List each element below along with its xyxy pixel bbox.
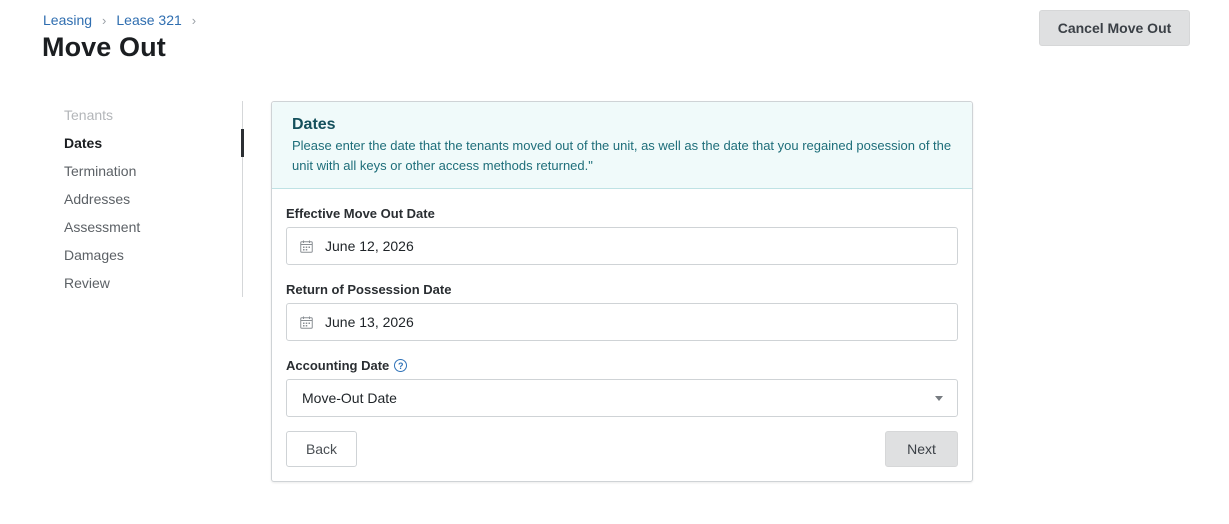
cancel-move-out-button[interactable]: Cancel Move Out xyxy=(1039,10,1190,46)
chevron-right-icon: › xyxy=(191,12,197,28)
active-step-indicator xyxy=(241,129,244,157)
breadcrumb: Leasing › Lease 321 › xyxy=(43,12,206,28)
dates-card: Dates Please enter the date that the ten… xyxy=(271,101,973,482)
step-termination[interactable]: Termination xyxy=(64,157,140,185)
possession-date-value: June 13, 2026 xyxy=(325,314,414,330)
next-button[interactable]: Next xyxy=(885,431,958,467)
step-assessment[interactable]: Assessment xyxy=(64,213,140,241)
step-review[interactable]: Review xyxy=(64,269,140,297)
accounting-date-label: Accounting Date xyxy=(286,358,390,373)
step-navigation: Tenants Dates Termination Addresses Asse… xyxy=(64,101,140,297)
info-text: Please enter the date that the tenants m… xyxy=(292,138,952,173)
step-addresses[interactable]: Addresses xyxy=(64,185,140,213)
calendar-icon xyxy=(300,316,313,329)
step-damages[interactable]: Damages xyxy=(64,241,140,269)
step-tenants: Tenants xyxy=(64,107,114,123)
move-out-date-label: Effective Move Out Date xyxy=(286,206,435,221)
calendar-icon xyxy=(300,240,313,253)
breadcrumb-link-lease[interactable]: Lease 321 xyxy=(116,12,181,28)
info-title: Dates xyxy=(292,116,336,133)
back-button[interactable]: Back xyxy=(286,431,357,467)
move-out-date-value: June 12, 2026 xyxy=(325,238,414,254)
accounting-date-label-row: Accounting Date ? xyxy=(286,358,408,373)
possession-date-label: Return of Possession Date xyxy=(286,282,452,297)
move-out-date-field[interactable]: June 12, 2026 xyxy=(286,227,958,265)
breadcrumb-link-leasing[interactable]: Leasing xyxy=(43,12,92,28)
info-banner: Dates Please enter the date that the ten… xyxy=(272,102,972,189)
step-dates[interactable]: Dates xyxy=(64,129,140,157)
possession-date-field[interactable]: June 13, 2026 xyxy=(286,303,958,341)
page-title: Move Out xyxy=(42,32,166,62)
question-circle-icon[interactable]: ? xyxy=(394,359,408,372)
chevron-right-icon: › xyxy=(102,12,107,28)
accounting-date-select[interactable]: Move-Out Date xyxy=(286,379,958,417)
accounting-date-value: Move-Out Date xyxy=(302,390,397,406)
caret-down-icon xyxy=(935,396,943,401)
